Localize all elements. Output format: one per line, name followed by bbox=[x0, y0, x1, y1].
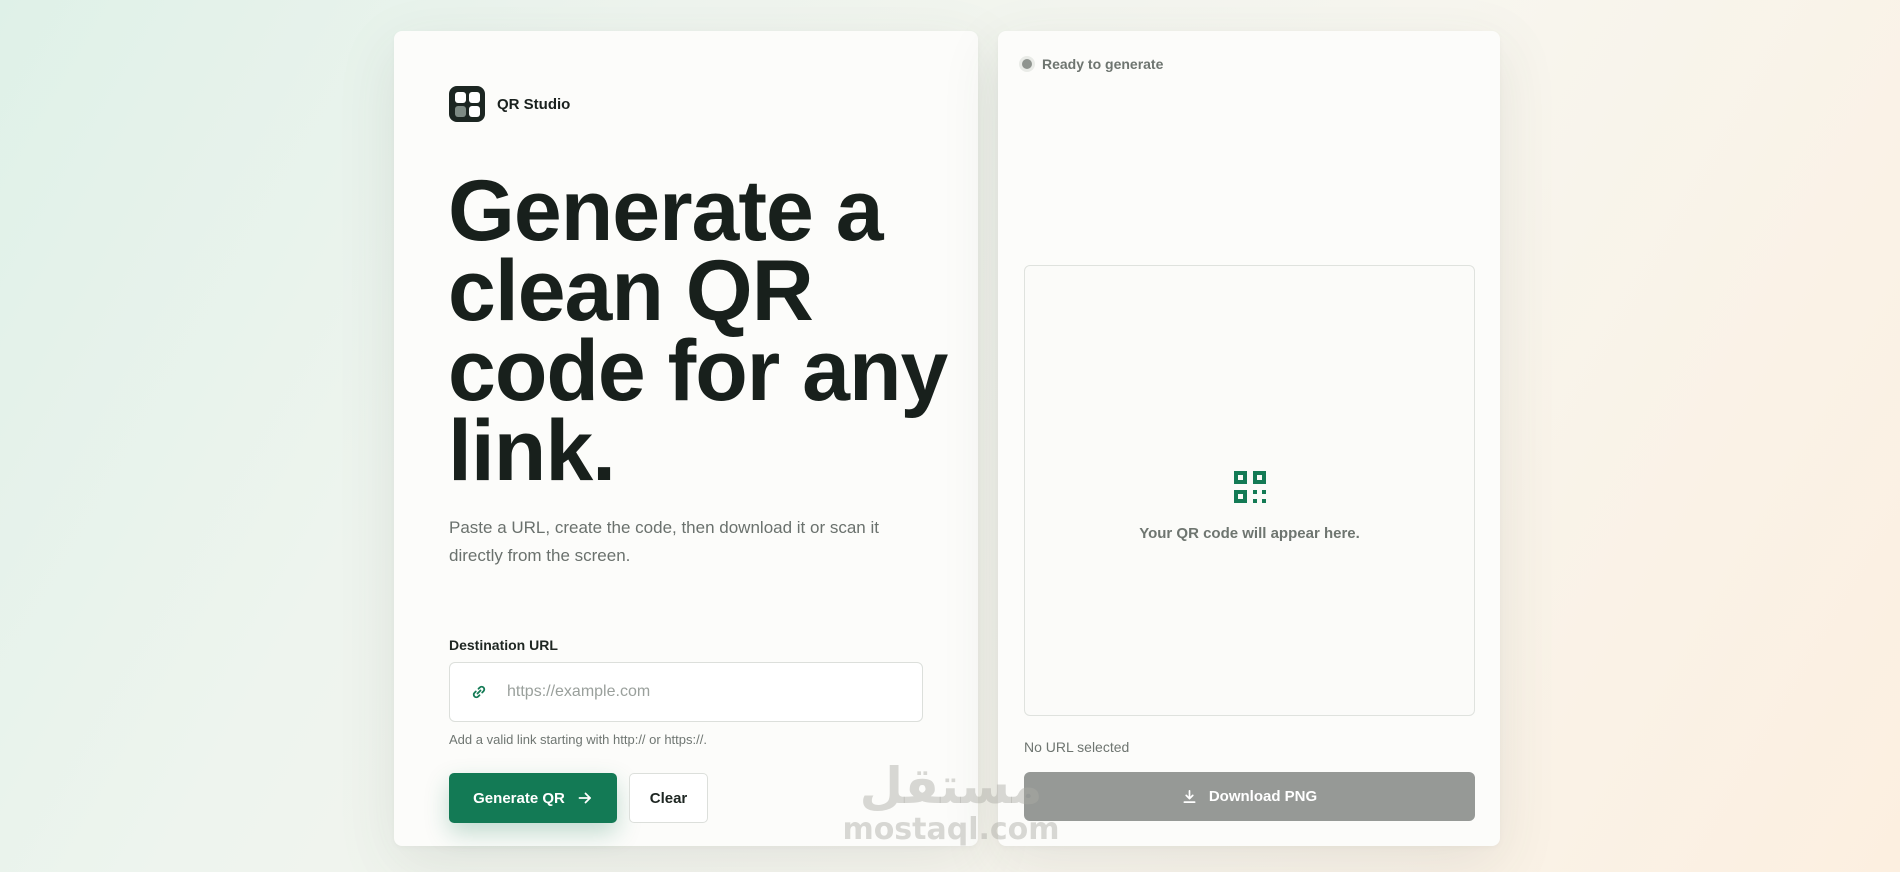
generate-qr-label: Generate QR bbox=[473, 789, 565, 807]
preview-card: Ready to generate Your QR code will appe… bbox=[998, 31, 1500, 846]
download-png-label: Download PNG bbox=[1208, 788, 1318, 805]
qr-grid-logo-icon bbox=[449, 86, 485, 122]
qr-preview-area: Your QR code will appear here. bbox=[1024, 265, 1475, 716]
url-field-label: Destination URL bbox=[449, 637, 558, 653]
watermark-arabic: مستقل bbox=[859, 757, 1043, 815]
preview-placeholder-text: Your QR code will appear here. bbox=[1139, 525, 1360, 542]
selected-url-text: No URL selected bbox=[1024, 739, 1130, 755]
link-icon bbox=[469, 682, 489, 702]
page-title: Generate a clean QR code for any link. bbox=[448, 163, 948, 499]
qr-code-icon bbox=[1233, 471, 1266, 503]
brand-name: QR Studio bbox=[497, 95, 571, 113]
generate-qr-button[interactable]: Generate QR bbox=[449, 773, 617, 823]
watermark: مستقل mostaql.com bbox=[836, 758, 1066, 846]
watermark-latin: mostaql.com bbox=[842, 812, 1060, 847]
download-png-button[interactable]: Download PNG bbox=[1024, 772, 1475, 821]
brand: QR Studio bbox=[449, 86, 570, 122]
url-field[interactable] bbox=[449, 662, 923, 722]
download-icon bbox=[1183, 790, 1196, 803]
arrow-right-icon bbox=[578, 792, 591, 804]
url-input[interactable] bbox=[507, 683, 907, 701]
status-text: Ready to generate bbox=[1042, 56, 1164, 72]
status-dot-icon bbox=[1022, 59, 1032, 69]
url-hint: Add a valid link starting with http:// o… bbox=[449, 732, 707, 747]
generator-card: QR Studio Generate a clean QR code for a… bbox=[394, 31, 978, 846]
clear-button[interactable]: Clear bbox=[629, 773, 708, 823]
lead-text: Paste a URL, create the code, then downl… bbox=[449, 518, 879, 565]
status-indicator: Ready to generate bbox=[1022, 56, 1163, 72]
